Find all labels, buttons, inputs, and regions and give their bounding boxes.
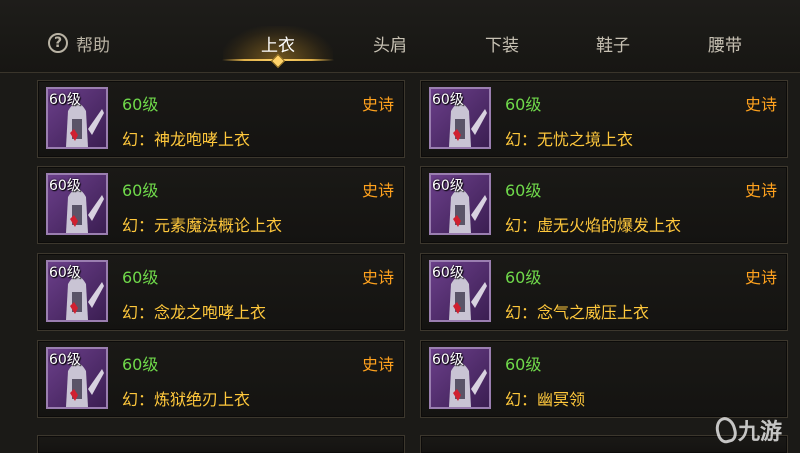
- item-level: 60级: [122, 355, 159, 374]
- armor-item-icon: 60级: [46, 260, 108, 322]
- item-rarity: 史诗: [361, 181, 394, 200]
- tab-bottom[interactable]: 下装: [447, 26, 557, 60]
- tab-label: 鞋子: [596, 35, 630, 56]
- armor-item-icon: 60级: [46, 173, 108, 235]
- item-name: 幻：神龙咆哮上衣: [122, 130, 251, 149]
- tab-label: 上衣: [261, 35, 295, 56]
- item-rarity: 史诗: [744, 95, 777, 114]
- jiuyou-logo-icon: [712, 414, 740, 446]
- item-icon-level: 60级: [49, 352, 81, 368]
- item-name: 幻：虚无火焰的爆发上衣: [505, 216, 682, 235]
- item-icon-level: 60级: [432, 92, 464, 108]
- armor-item-icon: 60级: [429, 87, 491, 149]
- item-card[interactable]: 60级 60级 史诗 幻：神龙咆哮上衣: [37, 80, 405, 158]
- armor-item-icon: 60级: [429, 347, 491, 409]
- item-level: 60级: [505, 268, 542, 287]
- item-name: 幻：元素魔法概论上衣: [122, 216, 283, 235]
- question-circle-icon: ?: [48, 33, 68, 53]
- armor-item-icon: 60级: [429, 260, 491, 322]
- item-level: 60级: [505, 355, 542, 374]
- item-icon-level: 60级: [49, 265, 81, 281]
- item-card[interactable]: 60级 60级 史诗 幻：虚无火焰的爆发上衣: [420, 166, 788, 244]
- item-rarity: 史诗: [361, 95, 394, 114]
- item-card[interactable]: 60级 60级 史诗 幻：无忧之境上衣: [420, 80, 788, 158]
- item-icon-level: 60级: [49, 92, 81, 108]
- item-card[interactable]: 60级 60级 史诗 幻：炼狱绝刃上衣: [37, 340, 405, 418]
- tab-shoes[interactable]: 鞋子: [558, 26, 668, 60]
- item-rarity: 史诗: [361, 355, 394, 374]
- tab-label: 头肩: [373, 35, 407, 56]
- item-rarity: 史诗: [744, 181, 777, 200]
- armor-item-icon: 60级: [46, 347, 108, 409]
- item-level: 60级: [505, 181, 542, 200]
- item-level: 60级: [505, 95, 542, 114]
- tab-belt[interactable]: 腰带: [670, 26, 780, 60]
- item-name: 幻：炼狱绝刃上衣: [122, 390, 251, 409]
- item-card[interactable]: 60级 60级 史诗 幻：念龙之咆哮上衣: [37, 253, 405, 331]
- item-level: 60级: [122, 95, 159, 114]
- item-name: 幻：念龙之咆哮上衣: [122, 303, 267, 322]
- armor-item-icon: 60级: [429, 173, 491, 235]
- item-icon-level: 60级: [49, 178, 81, 194]
- help-label: 帮助: [76, 35, 110, 56]
- tab-shoulder[interactable]: 头肩: [335, 26, 445, 60]
- item-icon-level: 60级: [432, 265, 464, 281]
- item-icon-level: 60级: [432, 352, 464, 368]
- watermark-text: 九游: [738, 420, 783, 445]
- item-name: 幻：念气之威压上衣: [505, 303, 650, 322]
- tab-label: 下装: [485, 35, 519, 56]
- armor-item-icon: 60级: [46, 87, 108, 149]
- item-card-partial[interactable]: [37, 435, 405, 453]
- item-name: 幻：幽冥领: [505, 390, 586, 409]
- top-bar: ? 帮助 上衣 头肩 下装 鞋子 腰带: [0, 0, 800, 73]
- help-button[interactable]: ? 帮助: [48, 29, 110, 57]
- item-card[interactable]: 60级 60级 史诗 幻：元素魔法概论上衣: [37, 166, 405, 244]
- tab-label: 腰带: [708, 35, 742, 56]
- item-rarity: 史诗: [744, 268, 777, 287]
- item-icon-level: 60级: [432, 178, 464, 194]
- item-card[interactable]: 60级 60级 史诗 幻：念气之威压上衣: [420, 253, 788, 331]
- item-card[interactable]: 60级 60级 幻：幽冥领: [420, 340, 788, 418]
- watermark: 九游: [712, 414, 783, 446]
- item-name: 幻：无忧之境上衣: [505, 130, 634, 149]
- item-level: 60级: [122, 268, 159, 287]
- item-rarity: 史诗: [361, 268, 394, 287]
- item-level: 60级: [122, 181, 159, 200]
